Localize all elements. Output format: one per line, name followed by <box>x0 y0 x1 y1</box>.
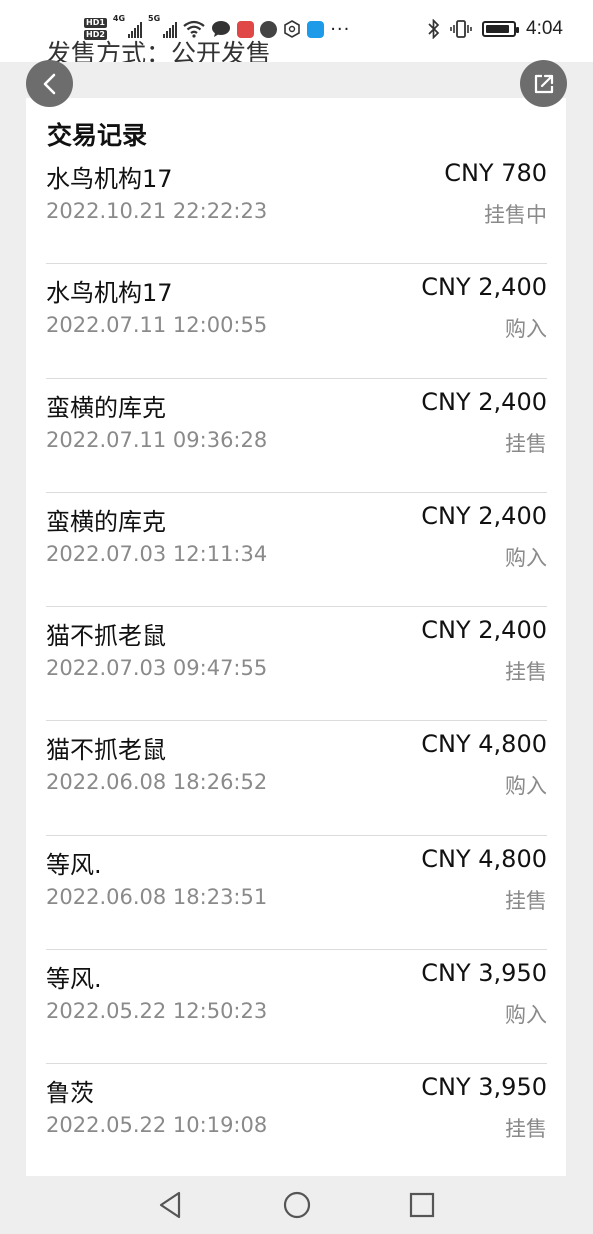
timestamp: 2022.10.21 22:22:23 <box>46 199 268 223</box>
buyer-name: 蛮横的库克 <box>46 507 166 536</box>
price: CNY 2,400 <box>421 501 547 530</box>
price: CNY 3,950 <box>421 959 547 988</box>
timestamp: 2022.07.03 09:47:55 <box>46 656 268 681</box>
status-label: 购入 <box>505 317 547 342</box>
status-right: 4:04 <box>428 14 563 44</box>
buyer-name: 蛮横的库克 <box>46 393 166 422</box>
price: CNY 780 <box>444 159 547 187</box>
back-button[interactable] <box>26 60 73 107</box>
chevron-left-icon <box>43 73 55 94</box>
network-5g-label: 5G <box>148 14 161 23</box>
list-item[interactable]: 猫不抓老鼠 CNY 2,400 2022.07.03 09:47:55 挂售 <box>46 607 547 722</box>
vibrate-icon <box>450 20 472 38</box>
price: CNY 3,950 <box>421 1073 547 1102</box>
buyer-name: 水鸟机构17 <box>46 279 173 308</box>
nav-home-button[interactable] <box>282 1190 312 1220</box>
status-label: 挂售中 <box>484 203 547 227</box>
price: CNY 2,400 <box>421 387 547 416</box>
external-link-icon <box>534 74 553 93</box>
nav-recents-button[interactable] <box>408 1190 436 1220</box>
share-button[interactable] <box>520 60 567 107</box>
list-item[interactable]: 水鸟机构17 CNY 2,400 2022.07.11 12:00:55 购入 <box>46 264 547 379</box>
list-item[interactable]: 蛮横的库克 CNY 2,400 2022.07.03 12:11:34 购入 <box>46 493 547 608</box>
price: CNY 4,800 <box>421 730 547 759</box>
bluetooth-icon <box>428 19 440 39</box>
app-icon <box>307 20 325 38</box>
buyer-name: 水鸟机构17 <box>46 165 173 193</box>
timestamp: 2022.06.08 18:23:51 <box>46 884 268 909</box>
transaction-card: 交易记录 水鸟机构17 CNY 780 2022.10.21 22:22:23 … <box>26 98 566 1176</box>
timestamp: 2022.06.08 18:26:52 <box>46 770 268 795</box>
buyer-name: 猫不抓老鼠 <box>46 622 166 651</box>
status-label: 挂售 <box>505 1117 547 1142</box>
buyer-name: 鲁茨 <box>46 1079 94 1108</box>
network-4g-label: 4G <box>112 14 126 23</box>
nav-back-button[interactable] <box>157 1190 183 1220</box>
battery-icon <box>482 21 520 37</box>
timestamp: 2022.07.03 12:11:34 <box>46 541 268 566</box>
list-item[interactable]: 鲁茨 CNY 3,950 2022.05.22 10:19:08 挂售 <box>46 1064 547 1176</box>
status-label: 挂售 <box>505 431 547 456</box>
timestamp: 2022.07.11 09:36:28 <box>46 427 268 452</box>
section-title: 交易记录 <box>47 121 148 150</box>
price: CNY 4,800 <box>421 844 547 873</box>
list-item[interactable]: 等风. CNY 4,800 2022.06.08 18:23:51 挂售 <box>46 836 547 951</box>
timestamp: 2022.07.11 12:00:55 <box>46 313 268 338</box>
list-item[interactable]: 等风. CNY 3,950 2022.05.22 12:50:23 购入 <box>46 950 547 1065</box>
status-label: 购入 <box>505 1003 547 1028</box>
status-label: 购入 <box>505 545 547 570</box>
list-item[interactable]: 蛮横的库克 CNY 2,400 2022.07.11 09:36:28 挂售 <box>46 379 547 493</box>
timestamp: 2022.05.22 10:19:08 <box>46 1113 268 1138</box>
hd1-label: HD1 <box>84 18 107 28</box>
system-nav-bar <box>0 1176 593 1234</box>
buyer-name: 猫不抓老鼠 <box>46 736 166 765</box>
transaction-list: 水鸟机构17 CNY 780 2022.10.21 22:22:23 挂售中 水… <box>46 150 547 1176</box>
app-icon <box>284 20 300 38</box>
clock: 4:04 <box>526 18 563 39</box>
status-label: 挂售 <box>505 660 547 685</box>
list-item[interactable]: 水鸟机构17 CNY 780 2022.10.21 22:22:23 挂售中 <box>46 150 547 265</box>
more-notifications-icon: ··· <box>330 18 351 40</box>
timestamp: 2022.05.22 12:50:23 <box>46 999 268 1024</box>
status-label: 购入 <box>505 774 547 799</box>
partial-header-text: 发售方式：公开发售 <box>46 39 272 62</box>
status-label: 挂售 <box>505 888 547 913</box>
price: CNY 2,400 <box>421 616 547 645</box>
list-item[interactable]: 猫不抓老鼠 CNY 4,800 2022.06.08 18:26:52 购入 <box>46 721 547 836</box>
buyer-name: 等风. <box>46 965 102 994</box>
buyer-name: 等风. <box>46 850 102 879</box>
price: CNY 2,400 <box>421 273 547 302</box>
